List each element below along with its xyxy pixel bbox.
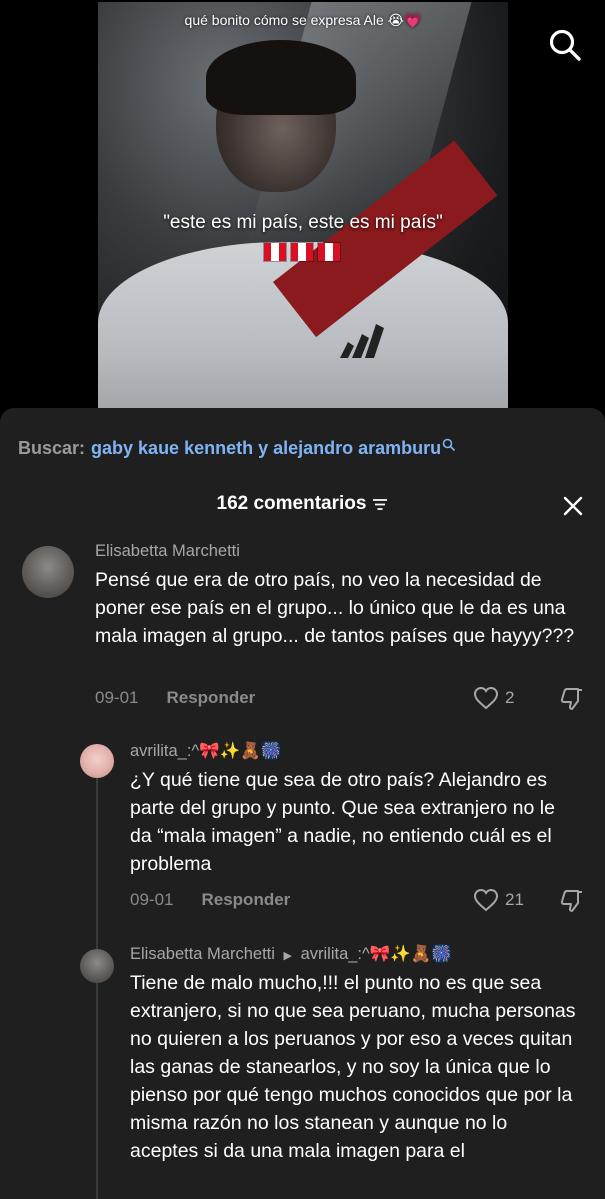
comment-username[interactable]: avrilita_:^🎀✨🧸🎆	[130, 742, 281, 761]
avatar[interactable]	[22, 546, 74, 598]
reply-button[interactable]: Responder	[166, 688, 255, 707]
comment-meta: 09-01 Responder	[130, 890, 290, 910]
avatar[interactable]	[80, 949, 114, 983]
like-button[interactable]: 2	[473, 686, 514, 710]
reply-item: Elisabetta Marchetti ▶ avrilita_:^🎀✨🧸🎆 T…	[0, 941, 605, 1199]
comment-date: 09-01	[130, 890, 174, 909]
comment-username[interactable]: Elisabetta Marchetti	[95, 542, 240, 561]
comment-item: Elisabetta Marchetti Pensé que era de ot…	[0, 538, 605, 718]
search-label: Buscar:	[18, 438, 86, 458]
avatar[interactable]	[80, 744, 114, 778]
video-player[interactable]: qué bonito cómo se expresa Ale 😭💗 "este …	[0, 0, 605, 415]
search-query-link[interactable]: gaby kaue kenneth y alejandro aramburu	[91, 438, 441, 458]
close-icon[interactable]	[561, 494, 585, 518]
heart-icon	[473, 888, 499, 912]
peru-flag-icon	[290, 242, 314, 262]
peru-flag-icon	[317, 242, 341, 262]
peru-flags	[263, 242, 341, 262]
dislike-icon[interactable]	[559, 888, 585, 914]
heart-icon	[473, 686, 499, 710]
comments-header: 162 comentarios	[0, 493, 605, 523]
reply-item: avrilita_:^🎀✨🧸🎆 ¿Y qué tiene que sea de …	[0, 738, 605, 938]
reply-button[interactable]: Responder	[201, 890, 290, 909]
reply-author[interactable]: Elisabetta Marchetti	[130, 945, 275, 963]
like-count: 21	[505, 890, 524, 909]
person-hair	[206, 40, 356, 115]
reply-arrow-icon: ▶	[283, 950, 292, 962]
dislike-icon[interactable]	[559, 686, 585, 712]
video-caption: "este es mi país, este es mi país"	[163, 212, 443, 233]
comment-text: ¿Y qué tiene que sea de otro país? Aleja…	[130, 769, 555, 875]
search-icon	[442, 438, 455, 451]
video-frame[interactable]: qué bonito cómo se expresa Ale 😭💗 "este …	[98, 2, 508, 415]
comment-text: Pensé que era de otro país, no veo la ne…	[95, 569, 575, 647]
like-count: 2	[505, 688, 515, 707]
video-overlay-text: qué bonito cómo se expresa Ale 😭💗	[184, 12, 422, 28]
peru-flag-icon	[263, 242, 287, 262]
like-button[interactable]: 21	[473, 888, 524, 912]
comment-date: 09-01	[95, 688, 139, 707]
comment-meta: 09-01 Responder	[95, 688, 255, 708]
sort-icon[interactable]	[372, 497, 388, 511]
brand-logo	[340, 324, 384, 358]
search-suggestion[interactable]: Buscar: gaby kaue kenneth y alejandro ara…	[18, 438, 455, 459]
comment-text: Tiene de malo mucho,!!! el punto no es q…	[130, 972, 576, 1162]
comments-panel: Buscar: gaby kaue kenneth y alejandro ara…	[0, 408, 605, 1199]
comment-username[interactable]: Elisabetta Marchetti ▶ avrilita_:^🎀✨🧸🎆	[130, 945, 452, 964]
reply-to-user[interactable]: avrilita_:^🎀✨🧸🎆	[301, 945, 452, 963]
search-icon[interactable]	[548, 28, 582, 62]
comments-count: 162 comentarios	[216, 493, 367, 514]
